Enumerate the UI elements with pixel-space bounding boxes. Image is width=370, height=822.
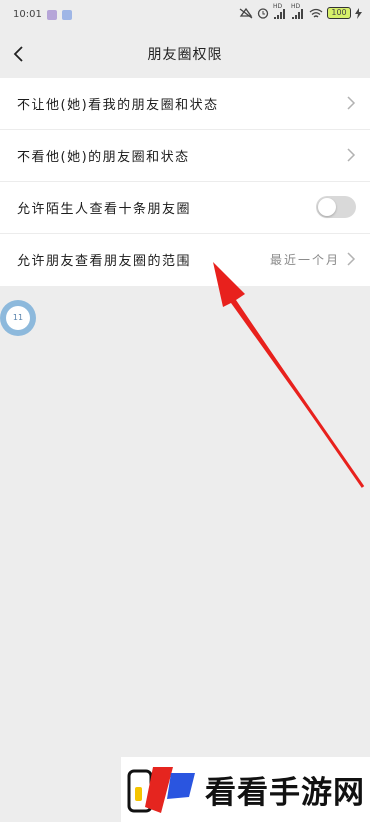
chevron-right-icon <box>347 148 356 162</box>
toggle-knob <box>318 198 336 216</box>
floating-ball-badge: 11 <box>6 306 30 330</box>
app-notification-icon <box>62 10 72 20</box>
setting-hide-their-moments[interactable]: 不看他(她)的朋友圈和状态 <box>0 130 370 182</box>
setting-strangers-view-ten: 允许陌生人查看十条朋友圈 <box>0 182 370 234</box>
status-icons: HD HD 100 <box>239 3 362 19</box>
chevron-right-icon <box>347 96 356 110</box>
setting-label: 不看他(她)的朋友圈和状态 <box>17 150 190 165</box>
app-notification-icon <box>47 10 57 20</box>
setting-friends-view-range[interactable]: 允许朋友查看朋友圈的范围 最近一个月 <box>0 234 370 286</box>
status-bar: 10:01 HD HD 100 <box>0 0 370 30</box>
nav-bar: 朋友圈权限 <box>0 30 370 78</box>
watermark: 看看手游网 <box>121 757 370 822</box>
signal-icon: HD <box>273 3 287 19</box>
battery-icon: 100 <box>327 7 351 19</box>
watermark-text: 看看手游网 <box>205 775 365 811</box>
setting-label: 允许陌生人查看十条朋友圈 <box>17 202 192 217</box>
charging-icon <box>355 7 362 19</box>
setting-label: 不让他(她)看我的朋友圈和状态 <box>17 98 219 113</box>
floating-assistant-ball[interactable]: 11 <box>0 300 36 336</box>
mute-icon <box>239 7 253 19</box>
settings-list: 不让他(她)看我的朋友圈和状态 不看他(她)的朋友圈和状态 允许陌生人查看十条朋… <box>0 78 370 286</box>
setting-hide-my-moments[interactable]: 不让他(她)看我的朋友圈和状态 <box>0 78 370 130</box>
alarm-icon <box>257 8 269 19</box>
chevron-right-icon <box>347 252 356 266</box>
status-time: 10:01 <box>13 9 42 20</box>
setting-value: 最近一个月 <box>269 253 340 267</box>
strangers-toggle[interactable] <box>316 196 356 218</box>
page-title: 朋友圈权限 <box>147 47 223 63</box>
wifi-icon <box>309 8 323 17</box>
setting-label: 允许朋友查看朋友圈的范围 <box>17 254 192 269</box>
watermark-logo-icon <box>127 767 195 813</box>
signal-icon-2: HD <box>291 3 305 19</box>
